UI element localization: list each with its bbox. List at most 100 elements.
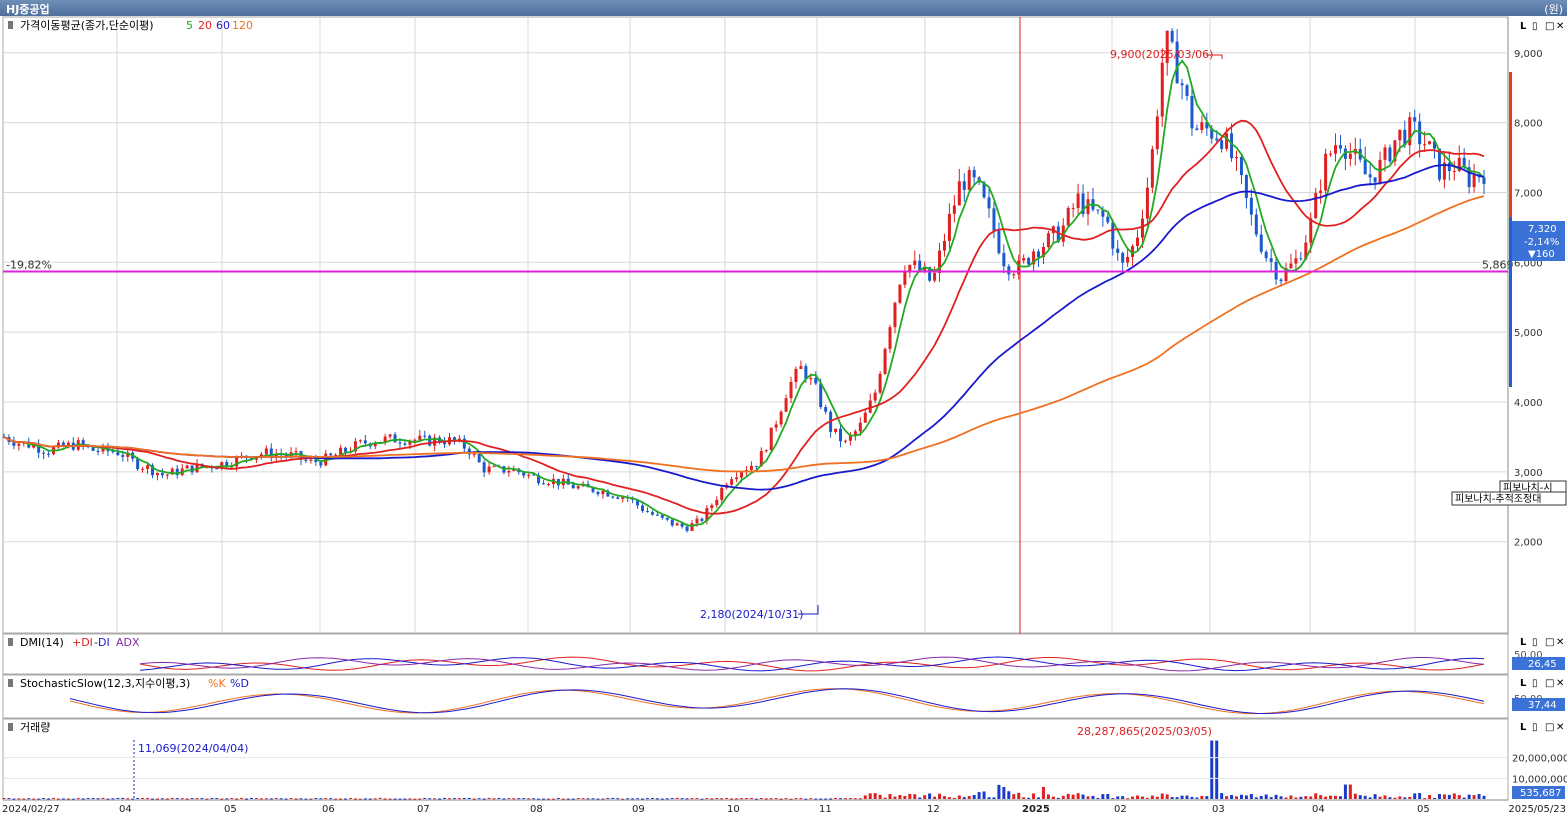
volume-bar <box>2 797 6 799</box>
volume-bar <box>126 798 130 800</box>
volume-bar <box>1041 786 1045 799</box>
volume-panel-controls[interactable]: L ▯ □ ✕ <box>1520 722 1564 733</box>
volume-bar <box>1403 797 1407 799</box>
volume-bar <box>660 798 664 800</box>
volume-bar <box>299 798 303 800</box>
volume-close-icon[interactable]: ✕ <box>1556 722 1564 733</box>
volume-bar <box>1175 797 1179 799</box>
close-icon[interactable]: ✕ <box>1556 21 1564 32</box>
volume-bar <box>1264 794 1268 799</box>
stochastic-handle-icon <box>8 679 13 687</box>
x-tick-label: 09 <box>632 804 645 815</box>
stochastic-close-icon[interactable]: ✕ <box>1556 678 1564 689</box>
candle-body <box>740 472 744 478</box>
volume-bar <box>81 798 85 800</box>
volume-bar <box>546 798 550 800</box>
ma-legend-60: 60 <box>216 19 230 32</box>
volume-bar <box>467 797 471 799</box>
volume-bar <box>636 798 640 800</box>
volume-bar <box>462 798 466 800</box>
volume-bar <box>42 798 46 800</box>
dmi-close-icon[interactable]: ✕ <box>1556 637 1564 648</box>
dmi-log-icon[interactable]: L <box>1520 637 1527 648</box>
stock-chart[interactable]: 2,0003,0004,0005,0006,0007,0008,0009,000… <box>0 0 1567 816</box>
volume-bar <box>1324 796 1328 799</box>
volume-bar <box>655 798 659 800</box>
volume-bar <box>893 796 897 799</box>
candle-body <box>185 465 189 469</box>
volume-bar <box>51 797 55 799</box>
stochastic-restore-icon[interactable]: □ <box>1545 678 1554 689</box>
candle-body <box>1215 138 1219 141</box>
volume-restore-icon[interactable]: □ <box>1545 722 1554 733</box>
volume-bar <box>754 798 758 800</box>
candle-body <box>1423 144 1427 146</box>
volume-bar <box>1225 796 1229 799</box>
dmi-minimize-icon[interactable]: ▯ <box>1532 637 1538 648</box>
stochastic-log-icon[interactable]: L <box>1520 678 1527 689</box>
volume-bar <box>601 798 605 800</box>
volume-bar <box>829 798 833 800</box>
volume-bar <box>853 798 857 800</box>
volume-bar <box>740 798 744 800</box>
candle-body <box>685 526 689 531</box>
volume-bar <box>289 797 293 799</box>
volume-bar <box>1358 795 1362 799</box>
volume-bar <box>175 798 179 800</box>
candle-body <box>1170 30 1174 42</box>
candle-body <box>903 271 907 285</box>
volume-bar <box>1046 794 1050 799</box>
candle-body <box>428 435 432 446</box>
candle-body <box>1294 258 1298 264</box>
volume-bar <box>1348 784 1352 799</box>
volume-bar <box>91 798 95 800</box>
stochastic-minimize-icon[interactable]: ▯ <box>1532 678 1538 689</box>
volume-bar <box>1086 796 1090 799</box>
candle-body <box>155 472 159 476</box>
volume-bar <box>180 798 184 800</box>
volume-bar <box>1279 796 1283 799</box>
volume-bar <box>1467 794 1471 799</box>
log-icon[interactable]: L <box>1520 21 1527 32</box>
volume-bar <box>309 798 313 800</box>
volume-log-icon[interactable]: L <box>1520 722 1527 733</box>
fib-level-left-label: -19,82% <box>6 258 52 271</box>
price-tick-label: 4,000 <box>1514 398 1543 409</box>
volume-bar <box>735 798 739 800</box>
candle-body <box>611 496 615 498</box>
volume-bar <box>1418 793 1422 799</box>
candle-body <box>893 302 897 328</box>
volume-bar <box>576 798 580 800</box>
volume-bar <box>279 798 283 800</box>
x-tick-label: 2025/05/23 <box>1508 804 1566 815</box>
volume-bar <box>616 798 620 800</box>
volume-bar <box>962 797 966 799</box>
candle-body <box>784 398 788 412</box>
panel-controls[interactable]: L ▯ □ ✕ <box>1520 21 1564 32</box>
minimize-icon[interactable]: ▯ <box>1532 21 1538 32</box>
candle-body <box>1269 258 1273 262</box>
candle-body <box>576 486 580 489</box>
candle-body <box>1259 234 1263 252</box>
volume-bar <box>1027 797 1031 799</box>
candle-body <box>1012 274 1016 276</box>
candle-body <box>715 499 719 506</box>
volume-bar <box>1190 796 1194 799</box>
volume-bar <box>1061 795 1065 799</box>
stochastic-legend-d: %D <box>230 677 249 690</box>
restore-icon[interactable]: □ <box>1545 21 1554 32</box>
stochastic-panel-controls[interactable]: L ▯ □ ✕ <box>1520 678 1564 689</box>
volume-bar <box>492 798 496 800</box>
volume-bar <box>987 797 991 799</box>
dmi-panel-controls[interactable]: L ▯ □ ✕ <box>1520 637 1564 648</box>
candle-body <box>1106 216 1110 223</box>
candle-body <box>913 260 917 266</box>
candle-body <box>843 440 847 442</box>
volume-bar <box>116 797 120 799</box>
candle-body <box>42 452 46 454</box>
volume-bar <box>725 797 729 799</box>
volume-bar <box>997 784 1001 799</box>
dmi-restore-icon[interactable]: □ <box>1545 637 1554 648</box>
volume-bar <box>1373 794 1377 799</box>
volume-minimize-icon[interactable]: ▯ <box>1532 722 1538 733</box>
